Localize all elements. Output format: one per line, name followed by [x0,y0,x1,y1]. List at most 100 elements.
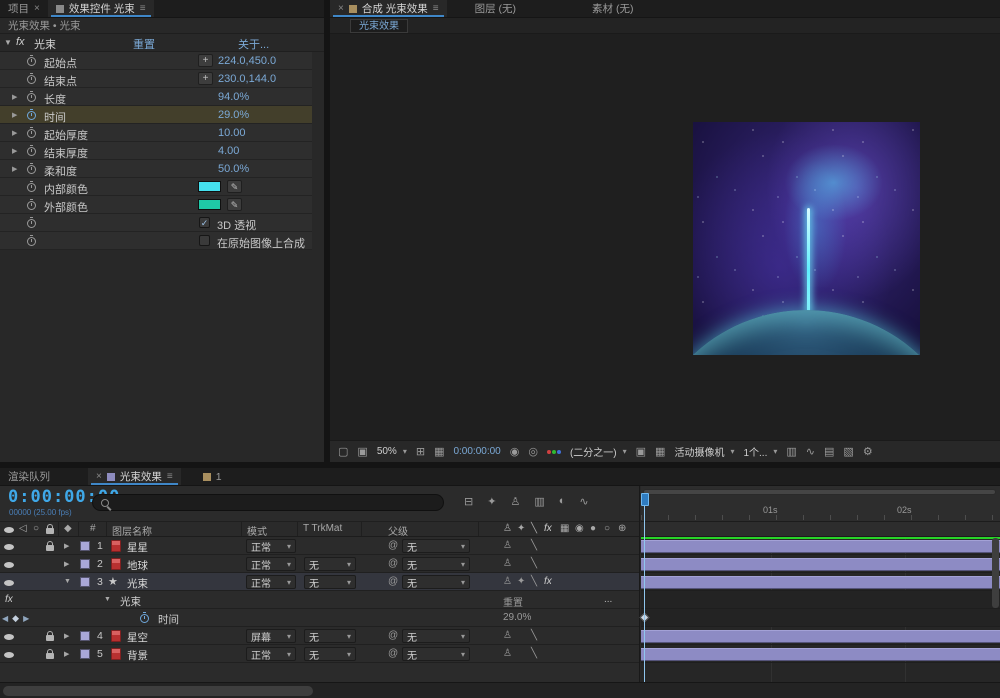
twirl-icon[interactable]: ▼ [104,596,111,603]
graph-editor-icon[interactable]: ∿ [579,495,588,508]
playhead-line[interactable] [644,494,645,682]
search-input[interactable] [92,494,444,511]
stopwatch-icon[interactable] [27,237,36,246]
eye-icon[interactable] [4,634,14,640]
tab-timeline-comp[interactable]: × 光束效果 ≡ [88,468,181,485]
twirl-icon[interactable]: ▶ [64,632,69,640]
next-keyframe-icon[interactable]: ▶ [23,614,29,623]
trkmat-dropdown[interactable]: 无▾ [304,629,356,643]
outer-color-swatch[interactable] [198,199,221,210]
end-point-value[interactable]: 230.0,144.0 [218,73,276,85]
flowchart-icon[interactable]: ▧ [843,445,853,458]
twirl-icon[interactable]: ▶ [64,650,69,658]
track-layer-3[interactable] [641,573,1000,591]
frame-blend-icon[interactable]: ▥ [534,495,544,508]
twirl-icon[interactable]: ▶ [64,560,69,568]
show-snapshot-icon[interactable]: ◎ [528,445,538,458]
mask-visibility-icon[interactable]: ▦ [434,445,444,458]
trkmat-column-header[interactable]: T TrkMat [303,523,342,534]
eyedropper-icon[interactable]: ✎ [227,180,242,193]
stopwatch-icon[interactable] [27,147,36,156]
collapse-switch[interactable]: ✦ [517,576,525,587]
pickwhip-icon[interactable]: @ [388,630,398,641]
mode-column-header[interactable]: 模式 [247,523,267,538]
solo-icon[interactable]: ○ [33,523,39,534]
shy-switch[interactable]: ♙ [503,648,512,659]
collapse-column-icon[interactable]: ✦ [517,523,525,534]
horizontal-scrollbar[interactable] [3,686,313,696]
stopwatch-icon[interactable] [27,183,36,192]
table-row-layer-1[interactable]: ▶ 1 星星 正常▾ @ 无▾ ♙ ╲ [0,537,639,555]
softness-value[interactable]: 50.0% [218,163,249,175]
keyframe-navigator[interactable]: ◀ ◆ ▶ [2,613,29,624]
camera-dropdown[interactable]: 活动摄像机▾ [674,444,734,459]
motion-blur-column-icon[interactable]: ◉ [575,523,584,534]
composition-viewport[interactable] [330,34,1000,440]
frame-blend-column-icon[interactable]: ▦ [560,523,569,534]
snapshot-icon[interactable]: ◉ [510,445,520,458]
lock-icon[interactable] [46,528,54,534]
expander-arrow-icon[interactable]: ▶ [12,147,17,155]
quality-switch[interactable]: ╲ [531,648,537,659]
checkbox-unchecked[interactable] [199,235,210,246]
mini-flowchart-icon[interactable]: ⊟ [464,495,473,508]
tab-effect-controls[interactable]: 效果控件 光束 ≡ [48,0,154,17]
table-row-layer-5[interactable]: ▶ 5 背景 正常▾ 无▾ @ 无▾ ♙ ╲ [0,645,639,663]
eye-icon[interactable] [4,562,14,568]
label-color-chip[interactable] [80,631,90,641]
layer-name[interactable]: 星空 [127,630,148,645]
layer-duration-bar[interactable] [641,648,1000,661]
view-layout-dropdown[interactable]: 1个...▾ [743,444,777,459]
stopwatch-icon-active[interactable] [27,111,36,120]
panel-menu-icon[interactable]: ≡ [433,3,439,14]
start-thickness-value[interactable]: 10.00 [218,127,246,139]
inner-color-swatch[interactable] [198,181,221,192]
table-row-layer-2[interactable]: ▶ 2 地球 正常▾ 无▾ @ 无▾ ♙ ╲ [0,555,639,573]
mode-dropdown[interactable]: 正常▾ [246,539,296,553]
roi-icon[interactable]: ▣ [636,445,646,458]
time-ruler[interactable]: 01s 02s [641,486,1000,522]
layer-name[interactable]: 地球 [127,558,148,573]
stopwatch-icon-active[interactable] [140,614,149,623]
chevron-down-icon[interactable]: ▼ [4,38,12,47]
eyedropper-icon[interactable]: ✎ [227,198,242,211]
screen-mode-icon[interactable]: ▣ [357,445,367,458]
label-color-chip[interactable] [80,559,90,569]
work-area-bar[interactable] [643,489,996,495]
parent-dropdown[interactable]: 无▾ [402,629,470,643]
effect-header-row[interactable]: ▼ fx 光束 重置 关于... [0,34,324,52]
viewer-tab[interactable]: 光束效果 [350,19,408,33]
panel-menu-icon[interactable]: ≡ [140,3,146,14]
plus-column-icon[interactable]: ⊕ [618,523,626,534]
mode-dropdown[interactable]: 正常▾ [246,557,296,571]
quality-switch[interactable]: ╲ [531,558,537,569]
expander-arrow-icon[interactable]: ▶ [12,111,17,119]
layer-name[interactable]: 星星 [127,540,148,555]
layer-duration-bar[interactable] [641,558,1000,571]
preview-timecode[interactable]: 0:00:00:00 [453,446,500,457]
hide-shy-icon[interactable]: ♙ [510,495,520,508]
stopwatch-icon[interactable] [27,129,36,138]
shy-switch[interactable]: ♙ [503,630,512,641]
close-icon[interactable]: × [338,3,344,14]
magnify-tool-icon[interactable]: ▢ [338,445,348,458]
expander-arrow-icon[interactable]: ▶ [12,165,17,173]
effect-row-beam[interactable]: fx ▼ 光束 重置 ... [0,591,639,609]
table-row-layer-4[interactable]: ▶ 4 星空 屏幕▾ 无▾ @ 无▾ ♙ ╲ [0,627,639,645]
eye-icon[interactable] [4,652,14,658]
track-layer-5[interactable] [641,645,1000,663]
stopwatch-icon[interactable] [27,201,36,210]
prev-keyframe-icon[interactable]: ◀ [2,614,8,623]
layer-duration-bar[interactable] [641,576,1000,589]
checkbox-checked[interactable]: ✓ [199,217,210,228]
eye-icon[interactable] [4,544,14,550]
expander-arrow-icon[interactable]: ▶ [12,129,17,137]
fast-previews-icon[interactable]: ∿ [806,445,815,458]
track-layer-2[interactable] [641,555,1000,573]
quality-switch[interactable]: ╲ [531,630,537,641]
shy-column-icon[interactable]: ♙ [503,523,512,534]
shy-switch[interactable]: ♙ [503,558,512,569]
pixel-aspect-icon[interactable]: ▥ [786,445,796,458]
pickwhip-icon[interactable]: @ [388,576,398,587]
crosshair-icon[interactable]: + [198,54,213,67]
